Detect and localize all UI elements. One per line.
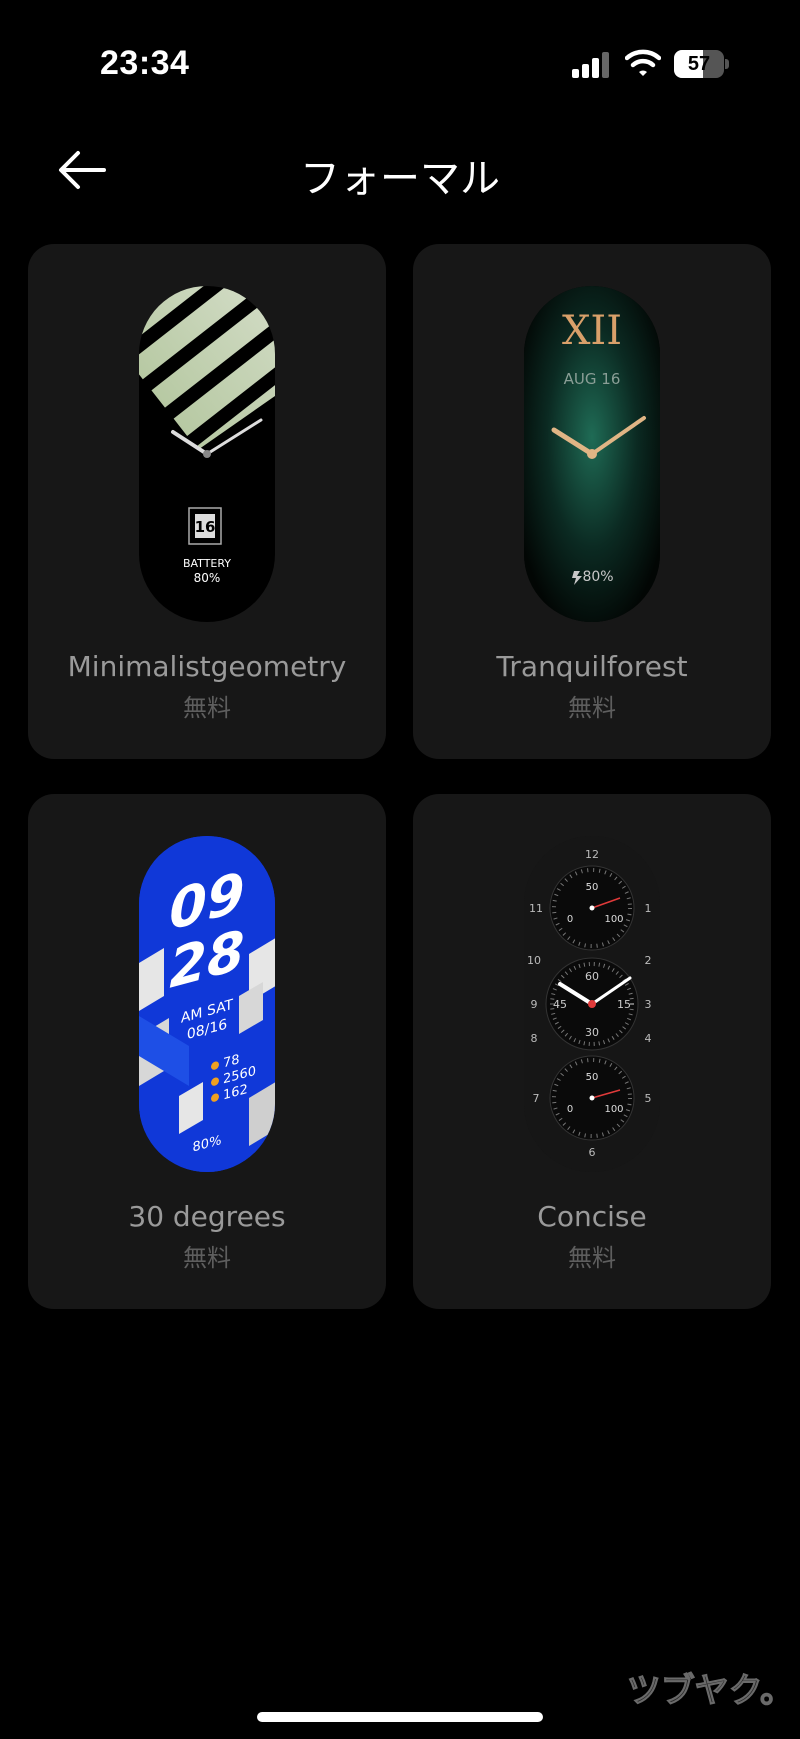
watch-face-name: Minimalistgeometry (67, 650, 347, 683)
dial-mid-15: 15 (617, 998, 631, 1011)
watch-face-preview: XII AUG 16 80% (524, 286, 660, 622)
watch-face-price: 無料 (568, 694, 616, 722)
status-bar: 23:34 57 (0, 0, 800, 120)
dial-mid-45: 45 (553, 998, 567, 1011)
dial-mid-hour-2: 2 (645, 954, 652, 967)
dial-bot-50: 50 (586, 1072, 599, 1083)
dial-mid-hour-4: 4 (645, 1032, 652, 1045)
battery-icon: 57 (674, 50, 729, 78)
dial-top-100: 100 (604, 914, 623, 925)
page-title: フォーマル (300, 156, 500, 202)
face-date: AUG 16 (564, 370, 621, 388)
face-roman-numeral: XII (562, 308, 622, 354)
header: フォーマル (0, 130, 800, 210)
watch-face-name: Tranquilforest (496, 650, 688, 683)
watch-face-card-tranquilforest[interactable]: XII AUG 16 80% Tranquilforest 無料 (413, 244, 771, 759)
dial-bot-hour-5: 5 (645, 1092, 652, 1105)
watermark-logo: ツブヤク。 (626, 1671, 794, 1711)
wifi-icon (625, 49, 661, 76)
watch-face-name: Concise (537, 1200, 647, 1233)
dial-top-hour-11: 11 (529, 902, 543, 915)
watch-face-name: 30 degrees (128, 1200, 286, 1233)
dial-mid-hour-3: 3 (645, 998, 652, 1011)
dial-mid-hour-8: 8 (531, 1032, 538, 1045)
watermark-text: ツブヤク。 (627, 1671, 794, 1710)
battery-level: 57 (687, 53, 711, 75)
dial-top-50: 50 (586, 882, 599, 893)
dial-top-hour-1: 1 (645, 902, 652, 915)
status-time: 23:34 (100, 44, 190, 82)
watch-face-card-30-degrees[interactable]: 09 28 AM SAT 08/16 78 2560 162 80% 30 de… (28, 794, 386, 1309)
watch-face-preview: 12 11 1 50 0 100 10 2 9 3 8 4 60 45 15 3… (524, 836, 660, 1172)
watch-face-price: 無料 (183, 1244, 231, 1272)
dial-mid-30: 30 (585, 1026, 599, 1039)
face-battery-label: BATTERY (183, 557, 231, 570)
dial-mid-hour-10: 10 (527, 954, 541, 967)
watch-face-preview: 09 28 AM SAT 08/16 78 2560 162 80% (139, 836, 275, 1172)
dial-bot-hour-6: 6 (589, 1146, 596, 1159)
watch-face-price: 無料 (183, 694, 231, 722)
face-battery-value: 80% (194, 571, 221, 585)
dial-mid-60: 60 (585, 970, 599, 983)
watch-face-price: 無料 (568, 1244, 616, 1272)
dial-bot-hour-7: 7 (533, 1092, 540, 1105)
cellular-signal-icon (572, 52, 609, 78)
dial-top-0: 0 (567, 914, 573, 925)
dial-mid-hour-9: 9 (531, 998, 538, 1011)
dial-bot-0: 0 (567, 1104, 573, 1115)
watch-face-card-minimalistgeometry[interactable]: 16 BATTERY 80% Minimalistgeometry 無料 (28, 244, 386, 759)
dial-bot-100: 100 (604, 1104, 623, 1115)
face-battery-value: 80% (582, 569, 613, 585)
watch-face-preview: 16 BATTERY 80% (139, 286, 275, 622)
home-indicator[interactable] (257, 1712, 543, 1722)
watch-face-card-concise[interactable]: 12 11 1 50 0 100 10 2 9 3 8 4 60 45 15 3… (413, 794, 771, 1309)
dial-top-hour-12: 12 (585, 848, 599, 861)
face-date: 16 (195, 518, 216, 536)
